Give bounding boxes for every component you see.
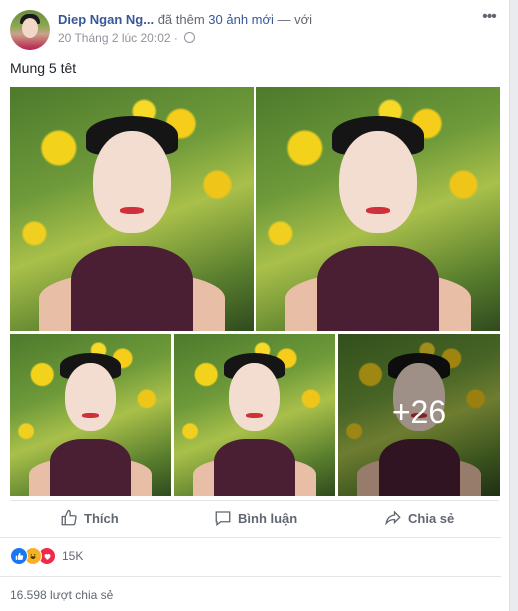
more-horizontal-icon[interactable]: ••• [481, 9, 497, 25]
comment-button[interactable]: Bình luận [214, 505, 297, 531]
author-name[interactable]: Diep Ngan Ng... [58, 12, 154, 27]
comment-label: Bình luận [238, 510, 298, 526]
action-bar: Thích Bình luận Chia sẻ [10, 500, 499, 533]
more-photos-count: +26 [391, 394, 447, 430]
like-reaction-icon [10, 547, 28, 565]
thumbs-up-icon [61, 509, 77, 526]
photo-4[interactable] [174, 334, 335, 496]
avatar[interactable] [10, 10, 50, 50]
with-text: — với [277, 12, 313, 27]
share-button[interactable]: Chia sẻ [384, 505, 454, 531]
share-count[interactable]: 16.598 lượt chia sẻ [10, 588, 113, 602]
post-header: Diep Ngan Ng... đã thêm 30 ảnh mới — với… [8, 8, 501, 52]
photo-3[interactable] [10, 334, 171, 496]
post-card: Diep Ngan Ng... đã thêm 30 ảnh mới — với… [0, 0, 510, 611]
photo-1[interactable] [10, 87, 254, 331]
globe-icon[interactable] [184, 32, 196, 43]
photo-5-more[interactable]: +26 [338, 334, 500, 496]
reaction-count[interactable]: 15K [62, 549, 83, 563]
post-title-line: Diep Ngan Ng... đã thêm 30 ảnh mới — với [58, 12, 458, 28]
photo-2[interactable] [256, 87, 500, 331]
share-label: Chia sẻ [408, 510, 455, 526]
comment-icon [215, 511, 231, 527]
post-date[interactable]: 20 Tháng 2 lúc 20:02 [58, 31, 171, 45]
post-meta: 20 Tháng 2 lúc 20:02 · [58, 31, 196, 45]
share-arrow-icon [385, 510, 401, 526]
photo-count-link[interactable]: 30 ảnh mới [208, 12, 274, 27]
meta-separator: · [173, 31, 178, 45]
divider [0, 576, 501, 577]
divider [0, 537, 501, 538]
reactions-summary[interactable]: 15K [10, 546, 83, 566]
post-text: Mung 5 têt [10, 60, 77, 76]
action-text: đã thêm [157, 12, 205, 27]
like-label: Thích [84, 510, 119, 526]
like-button[interactable]: Thích [60, 505, 119, 531]
